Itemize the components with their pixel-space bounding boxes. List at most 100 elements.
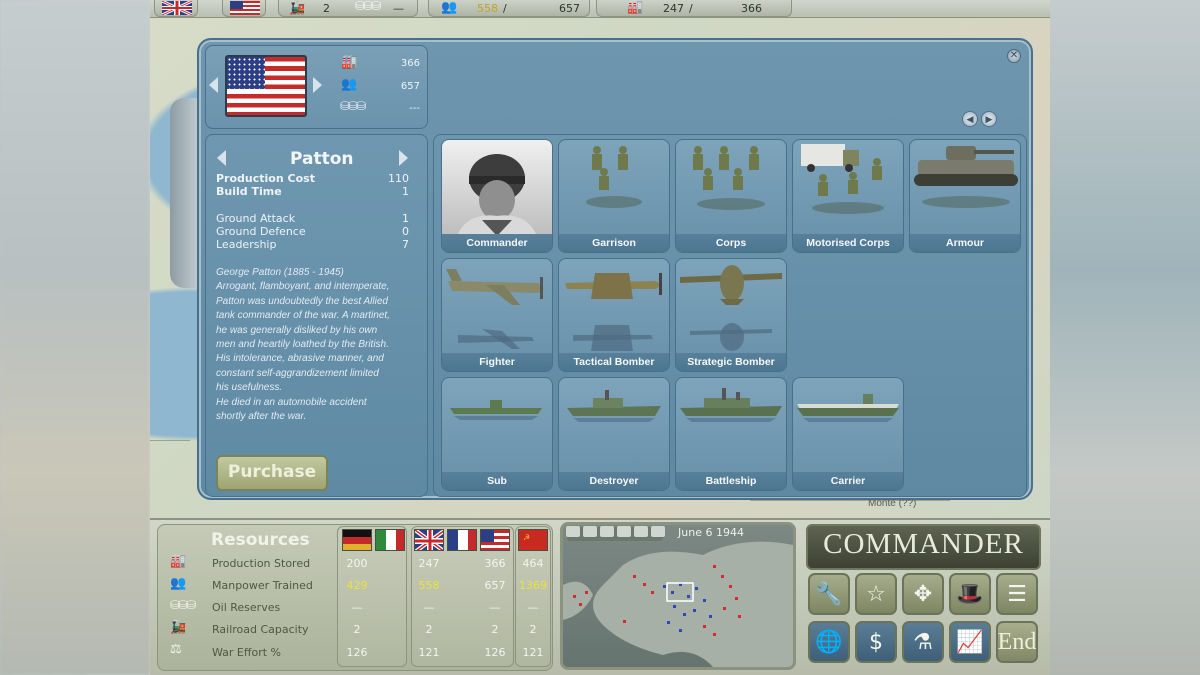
next-country-arrow-icon[interactable] xyxy=(313,77,322,93)
tank-icon xyxy=(914,146,1018,208)
unit-tile-label: Battleship xyxy=(676,472,786,490)
manpower-used: 558 xyxy=(477,2,498,15)
unit-tile-fighter[interactable]: Fighter xyxy=(441,258,553,372)
unit-tile-corps[interactable]: Corps xyxy=(675,139,787,253)
unit-tile-motorised-corps[interactable]: Motorised Corps xyxy=(792,139,904,253)
battleship-icon xyxy=(680,388,782,422)
res-value: 2 xyxy=(353,623,361,636)
res-value: — xyxy=(351,601,363,614)
italy-flag-icon[interactable] xyxy=(375,529,405,551)
minimap-layer-button[interactable] xyxy=(617,526,631,537)
us-flag-icon[interactable] xyxy=(480,529,510,551)
unit-tile-commander[interactable]: Commander xyxy=(441,139,553,253)
prev-country-arrow-icon[interactable] xyxy=(209,77,218,93)
svg-text:☭: ☭ xyxy=(523,533,530,542)
uk-flag-icon xyxy=(162,1,192,15)
submarine-icon xyxy=(450,400,542,420)
unit-tile-battleship[interactable]: Battleship xyxy=(675,377,787,491)
res-value: 2 xyxy=(491,623,499,636)
production-dollar-button[interactable]: $ xyxy=(855,621,897,663)
minimap-layer-button[interactable] xyxy=(634,526,648,537)
factory-icon: 🏭 xyxy=(627,0,644,14)
page-prev-icon[interactable]: ◀ xyxy=(962,111,978,127)
destroyer-icon xyxy=(567,390,661,422)
purchase-button[interactable]: Purchase xyxy=(216,455,328,491)
garrison-soldiers-icon xyxy=(586,146,642,208)
france-flag-icon[interactable] xyxy=(447,529,477,551)
res-label-production: Production Stored xyxy=(212,557,311,570)
production-segment: 🏭 247 / 366 xyxy=(596,0,792,17)
manpower-icon: 👥 xyxy=(441,0,458,14)
unit-tile-carrier[interactable]: Carrier xyxy=(792,377,904,491)
us-flag-icon xyxy=(230,1,260,15)
unit-tile-destroyer[interactable]: Destroyer xyxy=(558,377,670,491)
us-flag-tab[interactable] xyxy=(222,0,266,17)
move-button[interactable]: ✥ xyxy=(902,573,944,615)
res-value: — xyxy=(423,601,435,614)
germany-flag-icon[interactable] xyxy=(342,529,372,551)
globe-button[interactable]: 🌐 xyxy=(808,621,850,663)
diplomacy-hat-button[interactable]: 🎩 xyxy=(949,573,991,615)
close-button[interactable]: ✕ xyxy=(1007,49,1021,63)
unit-tile-tactical-bomber[interactable]: Tactical Bomber xyxy=(558,258,670,372)
unit-tile-label: Fighter xyxy=(442,353,552,371)
minimap-layer-button[interactable] xyxy=(566,526,580,537)
repair-wrench-button[interactable]: 🔧 xyxy=(808,573,850,615)
game-date: June 6 1944 xyxy=(678,526,744,539)
prev-unit-arrow-icon[interactable] xyxy=(217,150,226,166)
unit-tile-label: Carrier xyxy=(793,472,903,490)
res-value: 2 xyxy=(425,623,433,636)
factory-icon: 🏭 xyxy=(341,55,358,70)
oil-barrels-icon: ⛁⛁⛁ xyxy=(340,99,366,113)
res-value: 657 xyxy=(484,579,506,592)
next-unit-arrow-icon[interactable] xyxy=(399,150,408,166)
minimap-layer-button[interactable] xyxy=(651,526,665,537)
factory-icon: 🏭 xyxy=(170,554,187,569)
country-manpower: 657 xyxy=(400,81,420,92)
minimap-layer-button[interactable] xyxy=(600,526,614,537)
res-label-oil: Oil Reserves xyxy=(212,601,281,614)
unit-tile-label: Armour xyxy=(910,234,1020,252)
res-value: 126 xyxy=(484,646,506,659)
ground-attack-label: Ground Attack xyxy=(216,212,296,225)
star-button[interactable]: ☆ xyxy=(855,573,897,615)
unit-tile-armour[interactable]: Armour xyxy=(909,139,1021,253)
ground-attack-value: 1 xyxy=(402,212,409,225)
unit-tile-label: Sub xyxy=(442,472,552,490)
fighter-plane-icon xyxy=(446,269,544,349)
flask-icon: ⚗ xyxy=(913,629,933,655)
unit-tile-sub[interactable]: Sub xyxy=(441,377,553,491)
production-used: 247 xyxy=(663,2,684,15)
unit-tile-garrison[interactable]: Garrison xyxy=(558,139,670,253)
res-value: 1369 xyxy=(519,579,547,592)
train-icon: 🚂 xyxy=(170,620,187,635)
end-turn-button[interactable]: End xyxy=(996,621,1038,663)
res-value: 200 xyxy=(346,557,368,570)
res-value: 464 xyxy=(522,557,544,570)
ussr-flag-icon[interactable]: ☭ xyxy=(518,529,548,551)
res-value: — xyxy=(527,601,539,614)
unit-tile-strategic-bomber[interactable]: Strategic Bomber xyxy=(675,258,787,372)
dialog-side-tab xyxy=(170,98,200,288)
uk-flag-icon[interactable] xyxy=(414,529,444,551)
unit-tile-label: Motorised Corps xyxy=(793,234,903,252)
dollar-icon: $ xyxy=(869,629,883,655)
aircraft-carrier-icon xyxy=(797,394,899,422)
res-value: 2 xyxy=(529,623,537,636)
list-icon: ☰ xyxy=(1007,581,1027,607)
res-value: 121 xyxy=(522,646,544,659)
res-label-manpower: Manpower Trained xyxy=(212,579,313,592)
unit-tile-label: Corps xyxy=(676,234,786,252)
minimap[interactable] xyxy=(560,522,796,670)
uk-flag-tab[interactable] xyxy=(154,0,198,17)
left-blur-margin xyxy=(0,0,150,675)
report-list-button[interactable]: ☰ xyxy=(996,573,1038,615)
manpower-total: 657 xyxy=(559,2,580,15)
unit-tile-label: Commander xyxy=(442,234,552,252)
top-hat-icon: 🎩 xyxy=(956,581,984,607)
leadership-label: Leadership xyxy=(216,238,277,251)
statistics-button[interactable]: 📈 xyxy=(949,621,991,663)
research-button[interactable]: ⚗ xyxy=(902,621,944,663)
page-next-icon[interactable]: ▶ xyxy=(981,111,997,127)
minimap-layer-button[interactable] xyxy=(583,526,597,537)
